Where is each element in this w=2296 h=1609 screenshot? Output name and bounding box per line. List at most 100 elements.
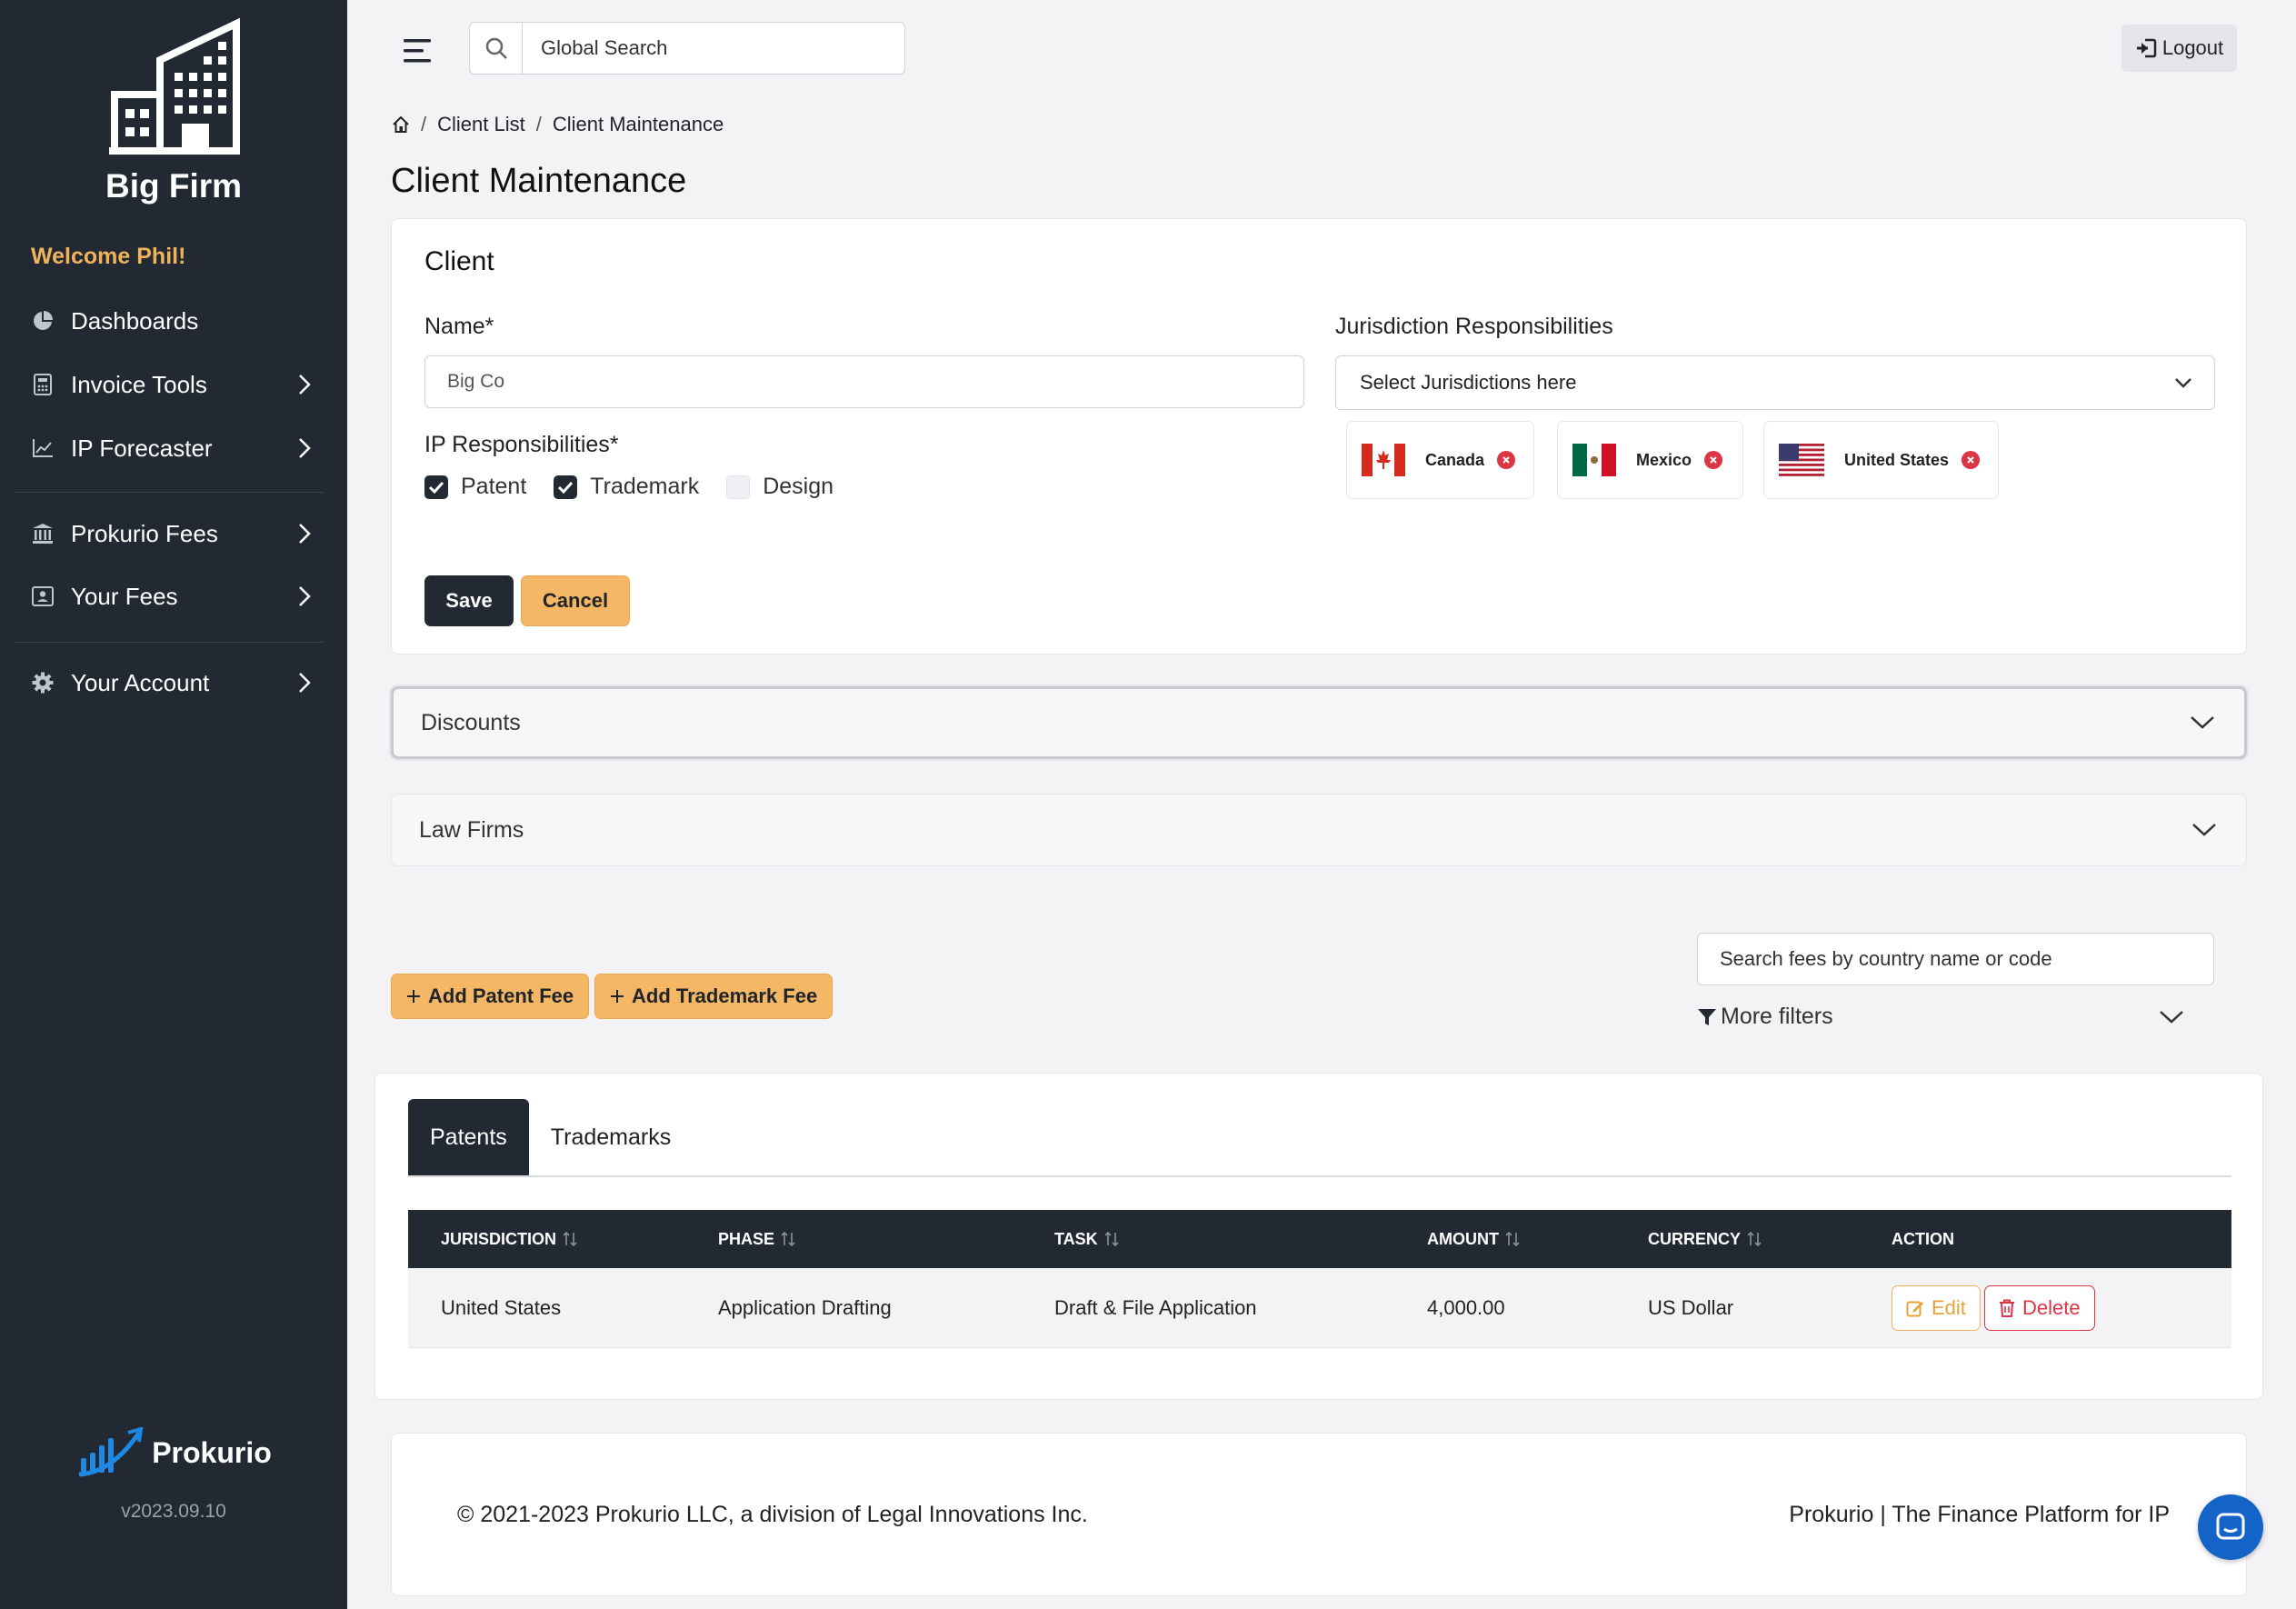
more-filters-toggle[interactable]: More filters [1697,1004,2184,1030]
building-logo-icon [109,17,240,155]
app-version: v2023.09.10 [121,1501,226,1522]
filter-icon [1698,1008,1716,1025]
tab-trademarks[interactable]: Trademarks [529,1099,693,1175]
fees-card: Patents Trademarks JURISDICTION PHASE TA… [374,1073,2263,1400]
united-states-flag-icon [1779,444,1824,476]
breadcrumb-client-list[interactable]: Client List [437,113,525,136]
global-search[interactable] [469,22,905,75]
remove-jurisdiction-icon[interactable] [1497,451,1516,469]
checkbox-label: Design [763,474,834,499]
column-header-label: JURISDICTION [441,1229,557,1248]
remove-jurisdiction-icon[interactable] [1704,451,1723,469]
column-header-amount[interactable]: AMOUNT [1427,1210,1521,1268]
ip-responsibilities-label: IP Responsibilities* [424,432,619,457]
breadcrumb: / Client List / Client Maintenance [392,113,724,136]
chat-icon [2216,1513,2245,1540]
sort-icon [1104,1232,1119,1246]
delete-button[interactable]: Delete [1984,1285,2095,1331]
calculator-icon [31,373,55,396]
home-icon[interactable] [392,115,410,134]
breadcrumb-separator: / [421,113,427,135]
sidebar-item-prokurio-fees[interactable]: Prokurio Fees [0,506,347,561]
trash-icon [2000,1299,2014,1317]
column-header-task[interactable]: TASK [1054,1210,1120,1268]
global-search-input[interactable] [523,36,886,60]
edit-label: Edit [1932,1296,1966,1319]
chevron-right-icon [299,438,311,458]
prokurio-brand: Prokurio v2023.09.10 [0,1427,347,1523]
cell-amount: 4,000.00 [1427,1296,1505,1319]
add-trademark-fee-button[interactable]: Add Trademark Fee [594,974,834,1019]
column-header-label: AMOUNT [1427,1229,1499,1248]
chevron-right-icon [299,586,311,606]
gear-icon [31,671,55,695]
ip-responsibilities-group: Patent Trademark Design [424,474,834,500]
logout-button[interactable]: Logout [2121,25,2237,72]
delete-label: Delete [2022,1296,2081,1319]
mexico-flag-icon [1572,444,1616,476]
copyright-text: © 2021-2023 Prokurio LLC, a division of … [457,1502,1088,1527]
pie-chart-icon [31,309,55,333]
cell-currency: US Dollar [1648,1296,1734,1319]
discounts-accordion[interactable]: Discounts [391,686,2247,759]
jurisdiction-label: Jurisdiction Responsibilities [1335,314,1613,339]
checkbox-label: Trademark [590,474,700,499]
fees-table: JURISDICTION PHASE TASK AMOUNT CURRENCY … [408,1210,2231,1348]
fee-tabs: Patents Trademarks [408,1099,2231,1177]
checkbox-checked-icon [424,475,448,499]
sidebar-item-label: Invoice Tools [71,370,207,398]
chevron-down-icon [2192,824,2216,836]
sidebar-item-ip-forecaster[interactable]: IP Forecaster [0,421,347,475]
sidebar-item-invoice-tools[interactable]: Invoice Tools [0,357,347,412]
jurisdiction-select[interactable]: Select Jurisdictions here [1335,355,2215,410]
button-label: Add Patent Fee [428,984,574,1007]
page-footer: © 2021-2023 Prokurio LLC, a division of … [391,1433,2247,1596]
chevron-down-icon [2175,378,2191,388]
column-header-action: ACTION [1892,1210,1954,1268]
patent-checkbox[interactable]: Patent [424,474,526,500]
column-header-currency[interactable]: CURRENCY [1648,1210,1762,1268]
sort-icon [781,1232,795,1246]
column-header-label: ACTION [1892,1229,1954,1248]
page-title: Client Maintenance [391,162,687,200]
chevron-down-icon [2160,1010,2183,1024]
sidebar-item-label: Dashboards [71,306,199,335]
footer-tagline: Prokurio | The Finance Platform for IP [1789,1502,2170,1527]
jurisdiction-chip-canada: Canada [1346,421,1534,499]
sidebar-item-your-fees[interactable]: Your Fees [0,569,347,624]
canada-flag-icon [1362,444,1405,476]
jurisdiction-chip-mexico: Mexico [1557,421,1743,499]
chat-launcher-button[interactable] [2198,1494,2263,1560]
client-card: Client Name* Big Co IP Responsibilities*… [391,218,2247,655]
column-header-phase[interactable]: PHASE [718,1210,796,1268]
jurisdiction-chip-label: Mexico [1636,450,1692,469]
cancel-button[interactable]: Cancel [521,575,630,626]
more-filters-label: More filters [1721,1004,1833,1029]
jurisdiction-chip-united-states: United States [1763,421,1999,499]
edit-button[interactable]: Edit [1892,1285,1981,1331]
sidebar: Big Firm Welcome Phil! Dashboards Invoic… [0,0,347,1609]
remove-jurisdiction-icon[interactable] [1962,451,1981,469]
column-header-jurisdiction[interactable]: JURISDICTION [441,1210,578,1268]
save-button[interactable]: Save [424,575,514,626]
design-checkbox[interactable]: Design [726,474,834,500]
tab-patents[interactable]: Patents [408,1099,529,1175]
table-row: United States Application Drafting Draft… [408,1268,2231,1348]
trademark-checkbox[interactable]: Trademark [554,474,699,500]
law-firms-accordion[interactable]: Law Firms [391,794,2247,866]
button-label: Add Trademark Fee [632,984,818,1007]
line-chart-icon [31,436,55,460]
client-name-input[interactable]: Big Co [424,355,1304,408]
column-header-label: TASK [1054,1229,1098,1248]
sidebar-item-your-account[interactable]: Your Account [0,655,347,710]
column-header-label: CURRENCY [1648,1229,1742,1248]
sidebar-item-dashboards[interactable]: Dashboards [0,294,347,348]
menu-toggle-button[interactable] [402,35,434,67]
accordion-title: Discounts [421,709,521,735]
sidebar-divider [15,492,324,493]
fee-search-input[interactable] [1697,933,2214,985]
add-patent-fee-button[interactable]: Add Patent Fee [391,974,590,1019]
accordion-title: Law Firms [419,816,524,843]
search-icon [470,23,523,74]
firm-logo[interactable]: Big Firm [0,16,347,205]
